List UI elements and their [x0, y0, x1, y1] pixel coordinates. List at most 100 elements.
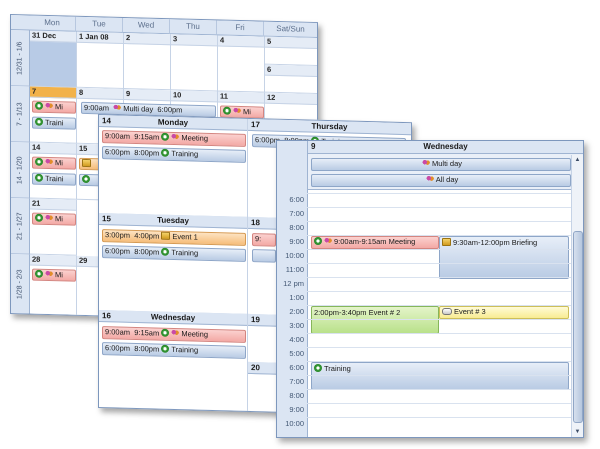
event-meeting[interactable]: Mi: [32, 212, 76, 226]
week-label[interactable]: 21 - 1/27: [11, 198, 30, 255]
event-meeting[interactable]: Mi: [32, 156, 76, 170]
week-label[interactable]: 7 - 1/13: [11, 86, 30, 143]
event-title: Multi day: [431, 159, 462, 168]
date-number: 11: [218, 91, 264, 104]
date-number: 1 Jan 08: [77, 31, 123, 44]
date-number: 4: [218, 35, 264, 48]
event-title: Multi day: [123, 103, 154, 114]
people-icon: [45, 213, 53, 223]
day-cell-today[interactable]: 7: [30, 86, 77, 144]
time-label: 11:00: [285, 265, 304, 274]
event-title: Meeting: [181, 329, 209, 339]
time-label: 1:00: [289, 293, 304, 302]
event-event3[interactable]: Event # 3: [439, 306, 569, 319]
hour-gridline: [307, 221, 571, 222]
day-cell[interactable]: 6: [265, 64, 318, 95]
event-end: 6:00pm: [157, 104, 183, 115]
time-label: 12 pm: [283, 279, 304, 288]
event-training[interactable]: Training: [311, 362, 569, 390]
recurrence-icon: [314, 237, 322, 245]
time-label: 10:00: [285, 251, 304, 260]
day-cell[interactable]: 3: [171, 34, 218, 92]
event-title: Mi: [55, 214, 63, 224]
recurrence-icon: [35, 117, 43, 126]
people-icon: [324, 237, 332, 245]
lock-icon: [442, 238, 451, 246]
scroll-up-arrow-icon[interactable]: ▲: [572, 155, 583, 165]
time-label: 10:00: [285, 419, 304, 428]
date-number: 12: [265, 92, 317, 106]
day-cell[interactable]: 4: [218, 35, 265, 93]
recurrence-icon: [35, 213, 43, 222]
event-start: 9:00am: [105, 327, 131, 337]
people-icon: [45, 157, 53, 167]
time-label: 4:00: [289, 335, 304, 344]
people-icon: [45, 269, 53, 279]
lock-icon: [82, 158, 91, 168]
week-label[interactable]: 12/31 - 1/6: [11, 30, 30, 87]
day-cell[interactable]: 14: [30, 142, 77, 200]
time-label: 3:00: [289, 321, 304, 330]
event-meeting[interactable]: Mi: [32, 268, 76, 282]
recurrence-icon: [35, 101, 43, 110]
week-label-text: 14 - 1/20: [16, 155, 24, 184]
people-icon: [113, 103, 122, 112]
hour-gridline: [307, 333, 571, 334]
event-title: Mi: [243, 107, 251, 117]
day-cell[interactable]: 21: [30, 198, 77, 256]
day-cell[interactable]: 2: [124, 32, 171, 91]
day-cell[interactable]: 28: [30, 254, 77, 316]
date-number: 8: [77, 87, 123, 100]
event-title: Traini: [45, 173, 64, 184]
event-briefing[interactable]: 9:30am-12:00pm Briefing: [439, 236, 569, 279]
day-cell[interactable]: 31 Dec: [30, 30, 77, 88]
event-end: 9:15am: [134, 131, 160, 142]
date-number: 7: [30, 86, 76, 99]
event-title: 2:00pm-3:40pm Event # 2: [314, 308, 401, 317]
event-meeting[interactable]: Mi: [32, 100, 76, 114]
week-label[interactable]: 1/28 - 2/3: [11, 254, 30, 315]
event-event2[interactable]: 2:00pm-3:40pm Event # 2: [311, 306, 439, 334]
time-label: 6:00: [289, 363, 304, 372]
week-label-text: 21 - 1/27: [16, 211, 24, 240]
week-label[interactable]: 14 - 1/20: [11, 142, 30, 199]
time-label: 9:00: [289, 237, 304, 246]
people-icon: [171, 328, 180, 338]
hour-gridline: [307, 417, 571, 418]
day-cell[interactable]: 1 Jan 08: [77, 31, 124, 89]
event-all-day[interactable]: All day: [311, 174, 571, 187]
day-header-satsun: Sat/Sun: [264, 21, 318, 39]
recurrence-icon: [314, 364, 322, 372]
scrollbar-thumb[interactable]: [573, 231, 583, 423]
event-end: 8:00pm: [134, 343, 160, 354]
date-number: 14: [30, 142, 76, 155]
event-title: Traini: [45, 117, 64, 128]
event-training[interactable]: Traini: [32, 116, 76, 130]
hour-gridline: [307, 193, 571, 194]
event-meeting[interactable]: 9:00am-9:15am Meeting: [311, 236, 439, 249]
hour-gridline: [307, 305, 571, 306]
date-number: 10: [171, 90, 217, 103]
date-number: 18: [251, 218, 260, 228]
event-title: 9:00am-9:15am Meeting: [334, 237, 416, 246]
hour-gridline: [307, 347, 571, 348]
time-label: 5:00: [289, 349, 304, 358]
event-training[interactable]: Traini: [32, 172, 76, 186]
date-number: 31 Dec: [30, 30, 76, 43]
event-title: Meeting: [181, 133, 209, 143]
event-meeting[interactable]: 9:: [252, 233, 276, 247]
week-label-text: 1/28 - 2/3: [16, 268, 24, 299]
week-label-text: 7 - 1/13: [16, 101, 24, 126]
time-label: 8:00: [289, 391, 304, 400]
time-label: 6:00: [289, 195, 304, 204]
scroll-down-arrow-icon[interactable]: ▼: [572, 427, 583, 437]
event-title: All day: [435, 175, 459, 184]
hour-gridline: [307, 263, 571, 264]
time-label: 2:00: [289, 307, 304, 316]
event-training[interactable]: [252, 249, 276, 263]
vertical-scrollbar[interactable]: ▲ ▼: [571, 155, 583, 437]
day-cell[interactable]: 5: [265, 36, 318, 67]
event-multi-day[interactable]: Multi day: [311, 158, 571, 171]
event-end: 9:15am: [134, 327, 160, 338]
recurrence-icon: [161, 132, 170, 141]
